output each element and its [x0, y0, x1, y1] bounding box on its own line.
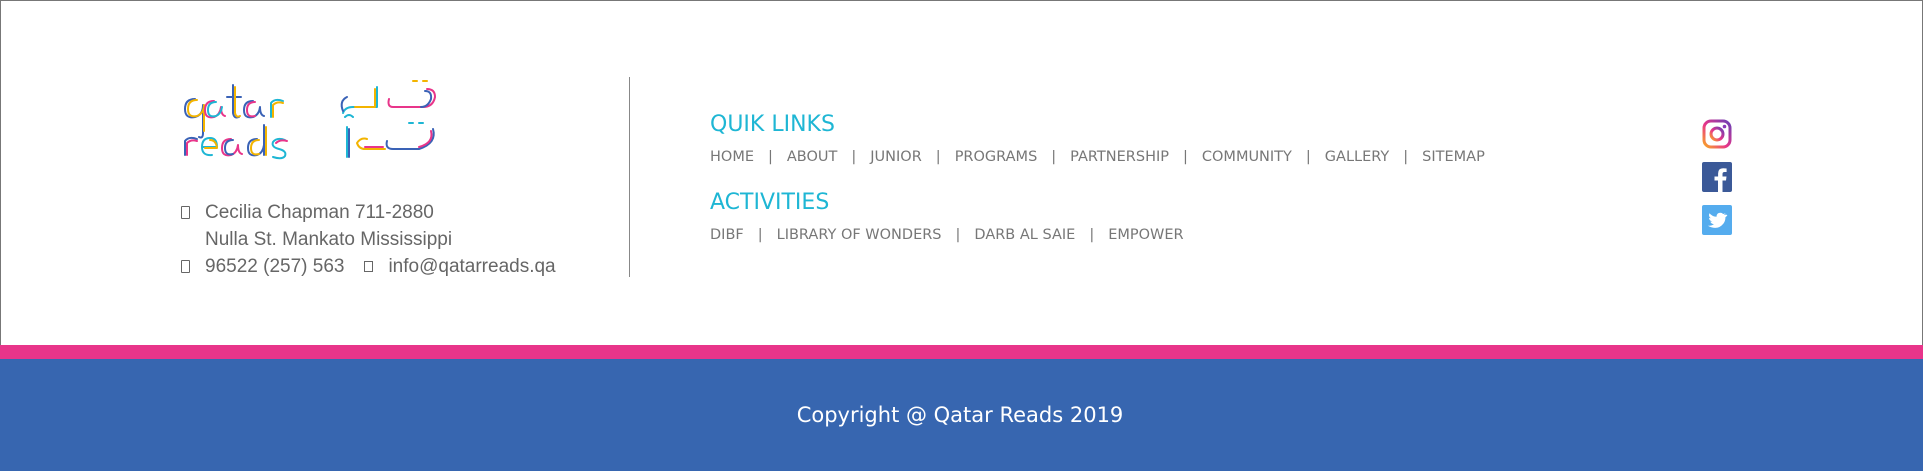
nav-separator: | [1403, 149, 1409, 165]
address-line-1-text: Cecilia Chapman 711-2880 [205, 202, 434, 223]
logo-image [184, 80, 436, 160]
activity-link-dibf[interactable]: DIBF [710, 227, 744, 243]
email-icon [364, 253, 388, 280]
nav-separator: | [1089, 227, 1095, 243]
activity-link-empower[interactable]: EMPOWER [1108, 227, 1183, 243]
nav-link-partnership[interactable]: PARTNERSHIP [1070, 149, 1169, 165]
activities-nav: DIBF | LIBRARY OF WONDERS | DARB AL SAIE… [710, 227, 1184, 243]
nav-separator: | [768, 149, 773, 165]
phone-icon [181, 253, 205, 280]
nav-separator: | [1183, 149, 1188, 165]
nav-link-gallery[interactable]: GALLERY [1325, 149, 1389, 165]
pink-accent-bar [0, 345, 1923, 359]
nav-link-community[interactable]: COMMUNITY [1202, 149, 1292, 165]
activities-title: ACTIVITIES [710, 190, 830, 215]
address-line-2-text: Nulla St. Mankato Mississippi [205, 229, 453, 250]
nav-separator: | [1305, 149, 1311, 165]
phone-number[interactable]: 96522 (257) 563 [205, 253, 344, 280]
address-line-1: Cecilia Chapman 711-2880 [181, 199, 556, 226]
nav-link-about[interactable]: ABOUT [787, 149, 838, 165]
vertical-divider [629, 77, 630, 277]
nav-separator: | [955, 227, 961, 243]
nav-separator: | [851, 149, 857, 165]
quick-links-title: QUIK LINKS [710, 112, 835, 137]
copyright-bar: Copyright @ Qatar Reads 2019 [0, 359, 1923, 471]
copyright-text: Copyright @ Qatar Reads 2019 [796, 403, 1124, 427]
twitter-icon[interactable] [1702, 205, 1732, 235]
instagram-icon[interactable] [1702, 119, 1732, 149]
quick-links-nav: HOME | ABOUT | JUNIOR | PROGRAMS | PARTN… [710, 149, 1485, 165]
nav-separator: | [935, 149, 941, 165]
nav-link-sitemap[interactable]: SITEMAP [1422, 149, 1485, 165]
email-link[interactable]: info@qatarreads.qa [388, 253, 555, 280]
social-links [1702, 119, 1734, 248]
facebook-icon[interactable] [1702, 162, 1732, 192]
address-line-2: Nulla St. Mankato Mississippi [181, 226, 556, 253]
contact-info: Cecilia Chapman 711-2880 Nulla St. Manka… [181, 199, 556, 280]
nav-link-junior[interactable]: JUNIOR [870, 149, 922, 165]
phone-email-row: 96522 (257) 563 info@qatarreads.qa [181, 253, 556, 280]
activity-link-darb-al-saie[interactable]: DARB AL SAIE [974, 227, 1075, 243]
nav-separator: | [1051, 149, 1057, 165]
address-icon [181, 199, 205, 226]
nav-link-home[interactable]: HOME [710, 149, 754, 165]
nav-separator: | [757, 227, 763, 243]
qatar-reads-logo[interactable] [181, 73, 441, 165]
nav-link-programs[interactable]: PROGRAMS [955, 149, 1038, 165]
activity-link-library-of-wonders[interactable]: LIBRARY OF WONDERS [777, 227, 942, 243]
footer-top: Cecilia Chapman 711-2880 Nulla St. Manka… [0, 0, 1923, 345]
